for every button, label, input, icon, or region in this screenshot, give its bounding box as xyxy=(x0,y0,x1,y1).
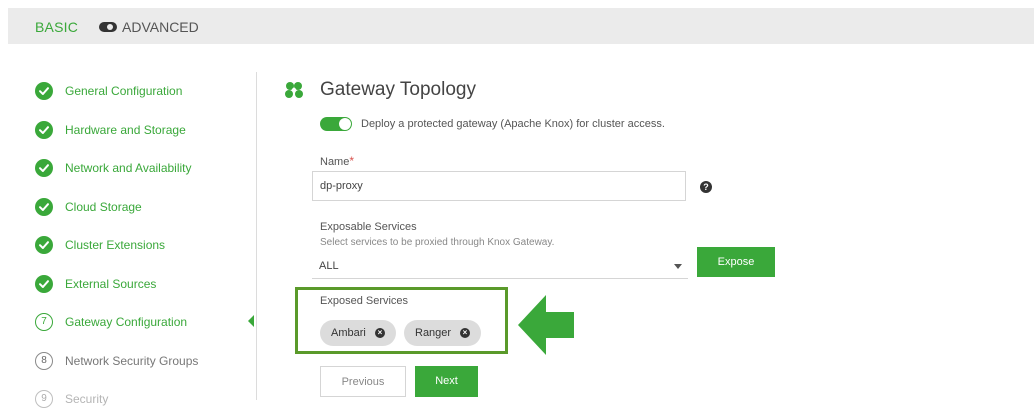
left-arrow-callout-icon xyxy=(518,295,574,355)
check-icon xyxy=(35,198,53,216)
step-label: Cluster Extensions xyxy=(65,238,166,252)
active-step-caret-icon xyxy=(248,315,254,327)
check-icon xyxy=(35,82,53,100)
step-number-badge: 7 xyxy=(35,313,53,331)
chip-label: Ranger xyxy=(415,327,452,339)
deploy-gateway-toggle[interactable] xyxy=(320,117,352,131)
step-label: Cloud Storage xyxy=(65,200,142,214)
check-icon xyxy=(35,121,53,139)
mode-toggle-switch[interactable] xyxy=(99,22,117,32)
previous-button[interactable]: Previous xyxy=(320,366,406,397)
deploy-gateway-label: Deploy a protected gateway (Apache Knox)… xyxy=(361,118,665,130)
help-icon[interactable]: ? xyxy=(700,181,712,193)
name-field-label: Name* xyxy=(320,154,354,168)
service-chip-ambari: Ambari × xyxy=(320,320,396,346)
mode-advanced-label[interactable]: ADVANCED xyxy=(122,19,199,35)
step-label: Hardware and Storage xyxy=(65,123,186,137)
step-label: General Configuration xyxy=(65,84,183,98)
exposable-services-select[interactable]: ALL xyxy=(312,254,688,279)
step-number-badge: 9 xyxy=(35,390,53,408)
step-label: Gateway Configuration xyxy=(65,315,188,329)
remove-chip-icon[interactable]: × xyxy=(375,328,385,338)
remove-chip-icon[interactable]: × xyxy=(460,328,470,338)
exposable-services-label: Exposable Services xyxy=(320,221,417,233)
exposed-services-label: Exposed Services xyxy=(320,295,409,307)
check-icon xyxy=(35,236,53,254)
exposable-services-hint: Select services to be proxied through Kn… xyxy=(320,237,555,248)
required-marker: * xyxy=(349,154,355,168)
name-field-wrapper xyxy=(312,171,686,201)
page-title: Gateway Topology xyxy=(320,79,476,100)
chip-label: Ambari xyxy=(331,327,366,339)
toggle-knob xyxy=(339,118,351,130)
sidebar-divider xyxy=(256,72,257,400)
check-icon xyxy=(35,159,53,177)
toggle-knob xyxy=(107,24,113,30)
step-label: Security xyxy=(65,392,109,406)
mode-bar: BASIC ADVANCED xyxy=(8,8,1034,44)
mode-basic-label[interactable]: BASIC xyxy=(35,19,78,35)
select-value: ALL xyxy=(319,260,339,272)
service-chip-ranger: Ranger × xyxy=(404,320,481,346)
chevron-down-icon xyxy=(674,264,682,269)
expose-button[interactable]: Expose xyxy=(697,247,775,277)
next-button[interactable]: Next xyxy=(415,366,478,397)
name-input[interactable] xyxy=(313,172,685,200)
step-number-badge: 8 xyxy=(35,352,53,370)
step-label: Network Security Groups xyxy=(65,354,199,368)
step-label: External Sources xyxy=(65,277,157,291)
step-label: Network and Availability xyxy=(65,161,192,175)
name-label-text: Name xyxy=(320,156,350,168)
check-icon xyxy=(35,275,53,293)
gateway-topology-icon xyxy=(285,82,303,98)
